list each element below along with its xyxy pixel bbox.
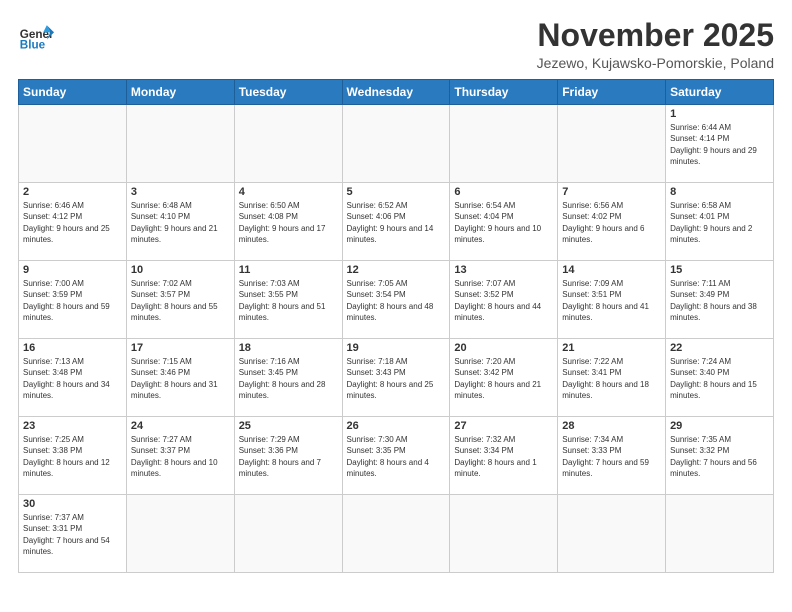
empty-cell xyxy=(234,105,342,183)
calendar-page: General Blue November 2025 Jezewo, Kujaw… xyxy=(0,0,792,612)
header-tuesday: Tuesday xyxy=(234,80,342,105)
calendar-table: Sunday Monday Tuesday Wednesday Thursday… xyxy=(18,79,774,573)
empty-cell xyxy=(126,105,234,183)
day-25: 25 Sunrise: 7:29 AM Sunset: 3:36 PM Dayl… xyxy=(234,417,342,495)
empty-cell xyxy=(666,495,774,573)
empty-cell xyxy=(126,495,234,573)
day-28: 28 Sunrise: 7:34 AM Sunset: 3:33 PM Dayl… xyxy=(558,417,666,495)
day-21: 21 Sunrise: 7:22 AM Sunset: 3:41 PM Dayl… xyxy=(558,339,666,417)
week-row-1: 1 Sunrise: 6:44 AM Sunset: 4:14 PM Dayli… xyxy=(19,105,774,183)
day-16: 16 Sunrise: 7:13 AM Sunset: 3:48 PM Dayl… xyxy=(19,339,127,417)
logo: General Blue xyxy=(18,18,54,54)
week-row-2: 2 Sunrise: 6:46 AM Sunset: 4:12 PM Dayli… xyxy=(19,183,774,261)
day-30: 30 Sunrise: 7:37 AM Sunset: 3:31 PM Dayl… xyxy=(19,495,127,573)
empty-cell xyxy=(558,495,666,573)
empty-cell xyxy=(450,495,558,573)
week-row-4: 16 Sunrise: 7:13 AM Sunset: 3:48 PM Dayl… xyxy=(19,339,774,417)
week-row-3: 9 Sunrise: 7:00 AM Sunset: 3:59 PM Dayli… xyxy=(19,261,774,339)
day-4: 4 Sunrise: 6:50 AM Sunset: 4:08 PM Dayli… xyxy=(234,183,342,261)
header-wednesday: Wednesday xyxy=(342,80,450,105)
day-27: 27 Sunrise: 7:32 AM Sunset: 3:34 PM Dayl… xyxy=(450,417,558,495)
day-3: 3 Sunrise: 6:48 AM Sunset: 4:10 PM Dayli… xyxy=(126,183,234,261)
header-sunday: Sunday xyxy=(19,80,127,105)
day-17: 17 Sunrise: 7:15 AM Sunset: 3:46 PM Dayl… xyxy=(126,339,234,417)
day-22: 22 Sunrise: 7:24 AM Sunset: 3:40 PM Dayl… xyxy=(666,339,774,417)
title-block: November 2025 Jezewo, Kujawsko-Pomorskie… xyxy=(537,18,774,71)
week-row-5: 23 Sunrise: 7:25 AM Sunset: 3:38 PM Dayl… xyxy=(19,417,774,495)
day-2: 2 Sunrise: 6:46 AM Sunset: 4:12 PM Dayli… xyxy=(19,183,127,261)
header-saturday: Saturday xyxy=(666,80,774,105)
empty-cell xyxy=(558,105,666,183)
day-12: 12 Sunrise: 7:05 AM Sunset: 3:54 PM Dayl… xyxy=(342,261,450,339)
header-monday: Monday xyxy=(126,80,234,105)
week-row-6: 30 Sunrise: 7:37 AM Sunset: 3:31 PM Dayl… xyxy=(19,495,774,573)
day-20: 20 Sunrise: 7:20 AM Sunset: 3:42 PM Dayl… xyxy=(450,339,558,417)
empty-cell xyxy=(342,495,450,573)
day-1: 1 Sunrise: 6:44 AM Sunset: 4:14 PM Dayli… xyxy=(666,105,774,183)
month-title: November 2025 xyxy=(537,18,774,53)
empty-cell xyxy=(450,105,558,183)
day-7: 7 Sunrise: 6:56 AM Sunset: 4:02 PM Dayli… xyxy=(558,183,666,261)
location-title: Jezewo, Kujawsko-Pomorskie, Poland xyxy=(537,55,774,71)
header-thursday: Thursday xyxy=(450,80,558,105)
weekday-header-row: Sunday Monday Tuesday Wednesday Thursday… xyxy=(19,80,774,105)
day-18: 18 Sunrise: 7:16 AM Sunset: 3:45 PM Dayl… xyxy=(234,339,342,417)
day-8: 8 Sunrise: 6:58 AM Sunset: 4:01 PM Dayli… xyxy=(666,183,774,261)
day-9: 9 Sunrise: 7:00 AM Sunset: 3:59 PM Dayli… xyxy=(19,261,127,339)
day-15: 15 Sunrise: 7:11 AM Sunset: 3:49 PM Dayl… xyxy=(666,261,774,339)
header: General Blue November 2025 Jezewo, Kujaw… xyxy=(18,18,774,71)
day-13: 13 Sunrise: 7:07 AM Sunset: 3:52 PM Dayl… xyxy=(450,261,558,339)
logo-icon: General Blue xyxy=(18,18,54,54)
day-5: 5 Sunrise: 6:52 AM Sunset: 4:06 PM Dayli… xyxy=(342,183,450,261)
day-26: 26 Sunrise: 7:30 AM Sunset: 3:35 PM Dayl… xyxy=(342,417,450,495)
empty-cell xyxy=(19,105,127,183)
empty-cell xyxy=(234,495,342,573)
empty-cell xyxy=(342,105,450,183)
svg-text:Blue: Blue xyxy=(20,39,46,52)
day-6: 6 Sunrise: 6:54 AM Sunset: 4:04 PM Dayli… xyxy=(450,183,558,261)
day-10: 10 Sunrise: 7:02 AM Sunset: 3:57 PM Dayl… xyxy=(126,261,234,339)
day-23: 23 Sunrise: 7:25 AM Sunset: 3:38 PM Dayl… xyxy=(19,417,127,495)
day-14: 14 Sunrise: 7:09 AM Sunset: 3:51 PM Dayl… xyxy=(558,261,666,339)
day-11: 11 Sunrise: 7:03 AM Sunset: 3:55 PM Dayl… xyxy=(234,261,342,339)
header-friday: Friday xyxy=(558,80,666,105)
day-19: 19 Sunrise: 7:18 AM Sunset: 3:43 PM Dayl… xyxy=(342,339,450,417)
day-24: 24 Sunrise: 7:27 AM Sunset: 3:37 PM Dayl… xyxy=(126,417,234,495)
day-29: 29 Sunrise: 7:35 AM Sunset: 3:32 PM Dayl… xyxy=(666,417,774,495)
